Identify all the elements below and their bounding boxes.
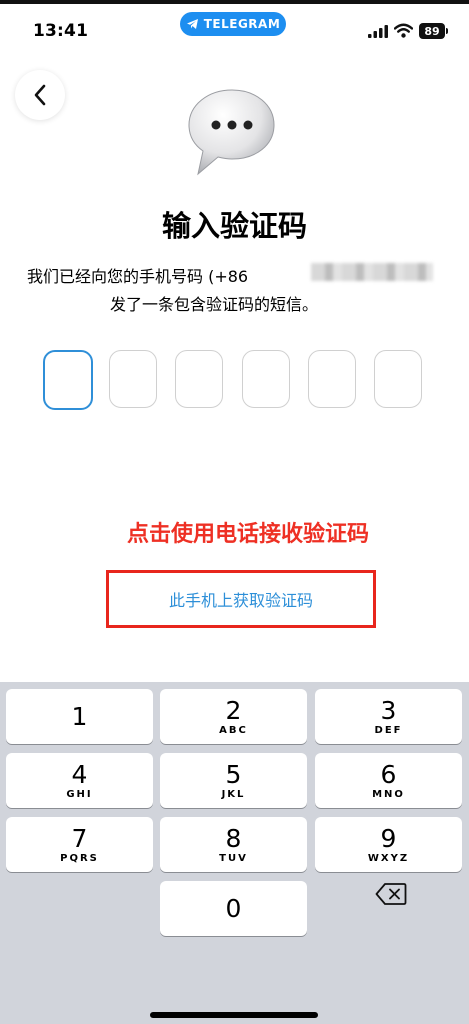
get-code-on-this-phone-link[interactable]: 此手机上获取验证码 — [106, 570, 376, 628]
telegram-icon — [186, 19, 198, 29]
code-input-box[interactable] — [242, 350, 290, 408]
key-letters: ABC — [219, 725, 248, 736]
key-number: 4 — [71, 760, 88, 789]
key-number: 3 — [380, 696, 397, 725]
status-bar: 13:41 TELEGRAM 89 — [0, 0, 469, 60]
cellular-signal-icon — [368, 25, 388, 38]
key-5[interactable]: 5 JKL — [160, 753, 307, 808]
delete-backspace-icon[interactable] — [375, 882, 407, 906]
back-button[interactable] — [15, 70, 65, 120]
key-6[interactable]: 6 MNO — [315, 753, 462, 808]
key-letters: GHI — [66, 789, 93, 800]
telegram-pill[interactable]: TELEGRAM — [180, 12, 286, 36]
code-input-box[interactable] — [175, 350, 223, 408]
key-number: 1 — [71, 702, 88, 731]
key-8[interactable]: 8 TUV — [160, 817, 307, 872]
key-4[interactable]: 4 GHI — [6, 753, 153, 808]
description-line-2: 发了一条包含验证码的短信。 — [110, 295, 319, 314]
annotation-text: 点击使用电话接收验证码 — [126, 522, 369, 547]
home-indicator[interactable] — [150, 1012, 318, 1018]
numeric-keypad: 1 2 ABC 3 DEF 4 GHI 5 JKL 6 MNO 7 PQRS 8… — [0, 682, 469, 1024]
key-letters: TUV — [219, 853, 248, 864]
key-letters: PQRS — [60, 853, 99, 864]
key-number: 8 — [225, 824, 242, 853]
status-time: 13:41 — [33, 21, 89, 41]
key-letters: WXYZ — [367, 853, 410, 864]
battery-level: 89 — [424, 24, 440, 38]
key-9[interactable]: 9 WXYZ — [315, 817, 462, 872]
key-letters: MNO — [372, 789, 405, 800]
key-3[interactable]: 3 DEF — [315, 689, 462, 744]
key-0[interactable]: 0 — [160, 881, 307, 936]
key-letters: DEF — [374, 725, 403, 736]
key-number: 5 — [225, 760, 242, 789]
key-1[interactable]: 1 — [6, 689, 153, 744]
redacted-phone-number — [311, 263, 433, 281]
key-2[interactable]: 2 ABC — [160, 689, 307, 744]
chat-bubble-icon — [188, 89, 275, 176]
key-number: 9 — [380, 824, 397, 853]
code-input-box[interactable] — [43, 350, 93, 410]
code-input-box[interactable] — [308, 350, 356, 408]
description-line-1: 我们已经向您的手机号码 (+86 — [27, 267, 249, 286]
battery-icon: 89 — [419, 23, 448, 39]
key-number: 0 — [225, 894, 242, 923]
code-input-box[interactable] — [109, 350, 157, 408]
key-7[interactable]: 7 PQRS — [6, 817, 153, 872]
chevron-left-icon — [34, 84, 46, 106]
wifi-icon — [394, 23, 413, 38]
key-number: 7 — [71, 824, 88, 853]
key-number: 6 — [380, 760, 397, 789]
telegram-pill-label: TELEGRAM — [203, 17, 281, 31]
key-number: 2 — [225, 696, 242, 725]
page-title: 输入验证码 — [161, 209, 307, 243]
key-letters: JKL — [221, 789, 246, 800]
code-input-box[interactable] — [374, 350, 422, 408]
